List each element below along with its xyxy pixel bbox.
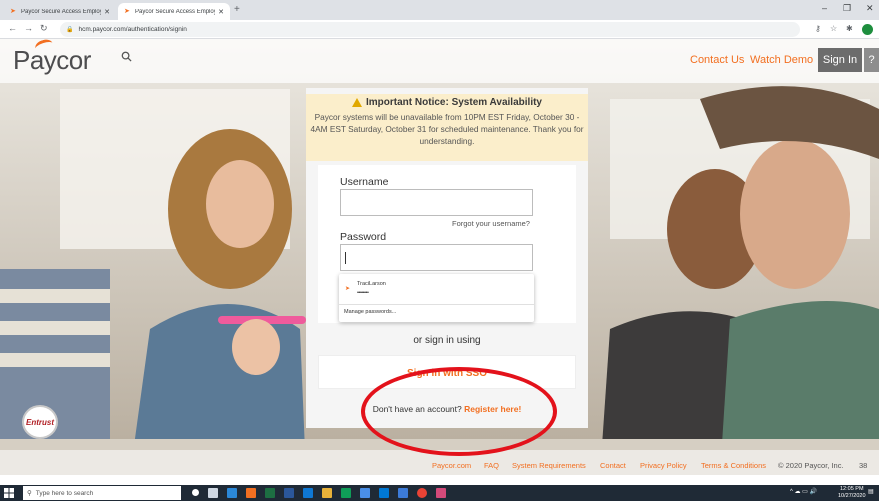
footer-link-terms[interactable]: Terms & Conditions [701, 461, 766, 470]
word-alt-icon[interactable] [398, 488, 408, 498]
minimize-icon[interactable]: – [822, 3, 827, 13]
back-icon[interactable]: ← [8, 23, 17, 33]
search-icon[interactable] [121, 51, 132, 62]
search-icon: ⚲ [27, 490, 32, 497]
password-field[interactable] [340, 244, 533, 271]
browser-tab-bar: ➤ Paycor Secure Access Employee ✕ ➤ Payc… [0, 0, 879, 20]
manage-passwords-link[interactable]: Manage passwords... [344, 309, 396, 315]
site-header: Paycor Contact Us Watch Demo Sign In ? [0, 39, 879, 83]
footer-link-faq[interactable]: FAQ [484, 461, 499, 470]
word-icon[interactable] [284, 488, 294, 498]
teams-icon[interactable] [360, 488, 370, 498]
excel-icon[interactable] [265, 488, 275, 498]
edge-icon[interactable] [227, 488, 237, 498]
app-icon[interactable] [341, 488, 351, 498]
outlook-icon[interactable] [379, 488, 389, 498]
contact-us-link[interactable]: Contact Us [690, 54, 744, 66]
red-highlight-circle [361, 367, 557, 456]
version-number: 38 [859, 461, 868, 470]
close-tab-icon[interactable]: ✕ [104, 8, 110, 16]
cortana-icon[interactable] [192, 489, 199, 496]
browser-tab[interactable]: ➤ Paycor Secure Access Employee ✕ [4, 3, 116, 20]
url-text: hcm.paycor.com/authentication/signin [78, 26, 187, 33]
windows-taskbar: ⚲ Type here to search ^ ☁ ▭ 🔊 12:05 PM 1… [0, 485, 879, 501]
chrome-icon[interactable] [417, 488, 427, 498]
maintenance-notice: Important Notice: System Availability Pa… [306, 94, 588, 161]
close-tab-icon[interactable]: ✕ [218, 8, 224, 16]
footer-link-privacy[interactable]: Privacy Policy [640, 461, 687, 470]
paycor-favicon-icon: ➤ [345, 286, 351, 292]
taskbar-clock[interactable]: 12:05 PM 10/27/2020 [838, 486, 866, 500]
file-explorer-icon[interactable] [322, 488, 332, 498]
forgot-username-link[interactable]: Forgot your username? [452, 219, 530, 228]
saved-username: TraciLarson [357, 281, 386, 287]
paycor-app-icon[interactable] [246, 488, 256, 498]
close-window-icon[interactable]: ✕ [866, 3, 874, 14]
entrust-badge[interactable]: Entrust [22, 405, 58, 439]
forward-icon[interactable]: → [24, 23, 33, 33]
footer-link-paycor[interactable]: Paycor.com [432, 461, 471, 470]
notice-heading: Important Notice: System Availability [306, 97, 588, 108]
reload-icon[interactable]: ↻ [40, 23, 48, 34]
paycor-logo[interactable]: Paycor [13, 39, 91, 76]
text-caret [345, 252, 346, 264]
notice-body: Paycor systems will be unavailable from … [310, 112, 584, 146]
mail-icon[interactable] [436, 488, 446, 498]
extension-icon[interactable]: ✱ [846, 24, 853, 33]
saved-credential-item[interactable]: ➤ TraciLarson •••••••• [339, 274, 534, 303]
star-icon[interactable]: ☆ [830, 24, 837, 33]
paycor-favicon-icon: ➤ [10, 8, 16, 15]
onedrive-icon[interactable] [303, 488, 313, 498]
or-sign-in-text: or sign in using [413, 335, 481, 346]
username-field[interactable] [340, 189, 533, 216]
tab-title: Paycor Secure Access Employee [21, 8, 102, 15]
windows-start-icon[interactable] [4, 488, 14, 498]
help-button[interactable]: ? [864, 48, 879, 72]
sign-in-button[interactable]: Sign In [818, 48, 862, 72]
saved-password-dropdown: ➤ TraciLarson •••••••• Manage passwords.… [339, 274, 534, 322]
address-bar: ← → ↻ 🔒 hcm.paycor.com/authentication/si… [0, 20, 879, 39]
system-tray-icons[interactable]: ^ ☁ ▭ 🔊 [790, 488, 817, 495]
pinned-apps [192, 488, 446, 498]
maximize-icon[interactable]: ❐ [843, 3, 851, 14]
taskbar-search-field[interactable]: ⚲ Type here to search [23, 486, 181, 500]
browser-tab-active[interactable]: ➤ Paycor Secure Access Employee ✕ [118, 3, 230, 20]
password-label: Password [340, 231, 387, 243]
saved-password-mask: •••••••• [357, 290, 369, 296]
tab-title: Paycor Secure Access Employee [135, 8, 216, 15]
profile-avatar[interactable] [862, 24, 873, 35]
footer-link-system-requirements[interactable]: System Requirements [512, 461, 586, 470]
divider [339, 304, 534, 305]
paycor-favicon-icon: ➤ [124, 8, 130, 15]
key-icon[interactable]: ⚷ [815, 24, 821, 33]
warning-icon [352, 98, 363, 107]
footer-link-contact[interactable]: Contact [600, 461, 626, 470]
task-view-icon[interactable] [208, 488, 218, 498]
lock-icon: 🔒 [66, 27, 74, 33]
notifications-icon[interactable]: ▤ [868, 488, 874, 495]
copyright-text: © 2020 Paycor, Inc. [778, 461, 844, 470]
username-label: Username [340, 176, 389, 188]
url-field[interactable]: 🔒 hcm.paycor.com/authentication/signin [60, 22, 800, 37]
watch-demo-link[interactable]: Watch Demo [750, 54, 813, 66]
new-tab-icon[interactable]: + [234, 4, 240, 15]
